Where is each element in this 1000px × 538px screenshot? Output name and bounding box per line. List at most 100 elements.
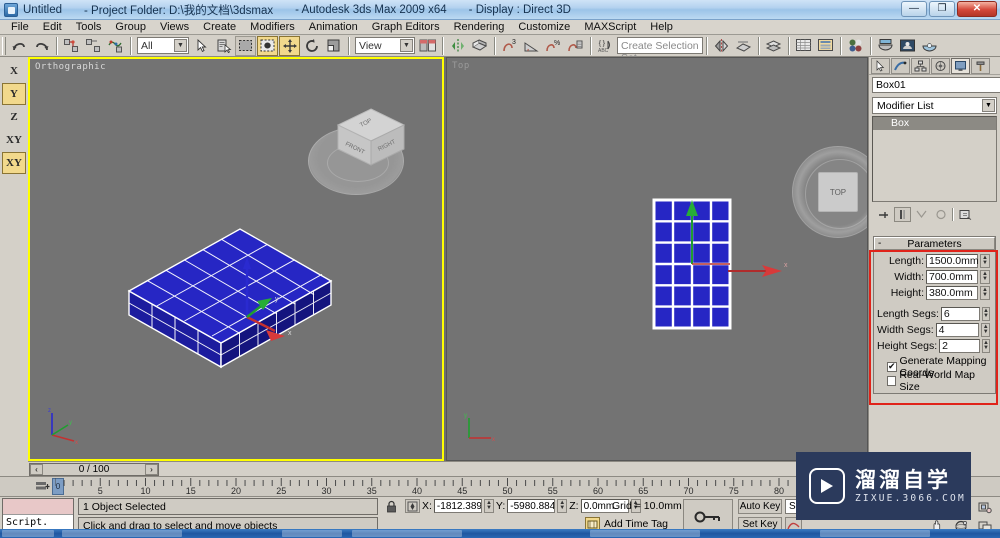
viewcube-top-face[interactable]: TOP: [818, 172, 858, 212]
rendered-frame-window-icon[interactable]: [897, 36, 918, 56]
bind-to-space-warp-icon[interactable]: [105, 36, 126, 56]
menu-file[interactable]: File: [4, 20, 36, 34]
param-spinner-length[interactable]: ▲ ▼: [980, 254, 990, 268]
taskbar-item-1[interactable]: [62, 530, 182, 537]
create-selection-set-input[interactable]: Create Selection Set: [617, 37, 703, 64]
auto-key-button[interactable]: Auto Key: [738, 499, 782, 514]
taskbar-item-3[interactable]: [352, 530, 462, 537]
menu-edit[interactable]: Edit: [36, 20, 69, 34]
param-input-width-segs[interactable]: 4: [935, 323, 980, 337]
coord-spinner-y[interactable]: ▲ ▼: [557, 499, 568, 513]
axis-constraint-y[interactable]: Y: [2, 83, 26, 105]
redo-icon[interactable]: [31, 36, 52, 56]
viewcube-orthographic[interactable]: TOP FRONT RIGHT: [308, 99, 406, 195]
curve-editor-icon[interactable]: [793, 36, 814, 56]
select-and-rotate-icon[interactable]: [301, 36, 322, 56]
named-selection-sets-icon[interactable]: {} ABC: [595, 36, 616, 56]
window-crossing-icon[interactable]: [257, 35, 278, 56]
object-name-input[interactable]: [872, 77, 1000, 93]
max-app-icon[interactable]: [4, 2, 18, 17]
next-frame-button[interactable]: ›: [145, 464, 158, 475]
axis-constraint-z[interactable]: Z: [2, 106, 26, 128]
stack-item-box[interactable]: Box: [873, 117, 996, 130]
axis-constraint-plane[interactable]: XY: [2, 152, 26, 174]
make-unique-icon[interactable]: [913, 207, 930, 222]
axis-constraint-xy[interactable]: XY: [2, 129, 26, 151]
create-tab[interactable]: [871, 58, 890, 74]
schematic-view-icon[interactable]: [815, 36, 836, 56]
lock-selection-icon[interactable]: [383, 499, 399, 514]
menu-customize[interactable]: Customize: [511, 20, 577, 34]
menu-create[interactable]: Create: [196, 20, 243, 34]
select-object-icon[interactable]: [191, 36, 212, 56]
chevron-down-icon[interactable]: ▼: [174, 39, 187, 52]
angle-snap-toggle-icon[interactable]: [521, 36, 542, 56]
viewcube-top[interactable]: TOP: [792, 146, 867, 238]
menu-tools[interactable]: Tools: [69, 20, 109, 34]
param-input-width[interactable]: 700.0mm: [926, 270, 978, 284]
coord-input-x[interactable]: -1812.389r: [433, 499, 482, 513]
mirror-icon[interactable]: [447, 36, 468, 56]
checkbox-generate-mapping-coords[interactable]: ✔: [887, 362, 897, 372]
pin-stack-icon[interactable]: [875, 207, 892, 222]
param-input-length-segs[interactable]: 6: [940, 307, 981, 321]
param-spinner-length-segs[interactable]: ▲ ▼: [982, 307, 990, 321]
box-object-top-view[interactable]: [652, 198, 732, 333]
rollout-collapse-icon[interactable]: -: [878, 238, 881, 250]
layer-manager-icon[interactable]: [763, 36, 784, 56]
select-and-uniform-scale-icon[interactable]: [323, 36, 344, 56]
select-by-name-icon[interactable]: [213, 36, 234, 56]
select-and-move-icon[interactable]: [279, 35, 300, 56]
utilities-tab[interactable]: [971, 58, 990, 74]
box-object-3d[interactable]: y x: [125, 199, 335, 369]
menu-maxscript[interactable]: MAXScript: [577, 20, 643, 34]
menu-modifiers[interactable]: Modifiers: [243, 20, 302, 34]
key-filters-icon[interactable]: [35, 480, 51, 493]
time-slider[interactable]: ‹ 0 / 100 ›: [29, 463, 159, 476]
show-end-result-icon[interactable]: [894, 207, 911, 222]
quick-render-icon[interactable]: [919, 36, 940, 56]
modifier-stack[interactable]: Box: [872, 116, 997, 202]
modifier-list-dropdown[interactable]: Modifier List ▼: [872, 97, 997, 114]
menu-rendering[interactable]: Rendering: [447, 20, 512, 34]
absolute-relative-transform-icon[interactable]: [405, 499, 420, 513]
param-spinner-width-segs[interactable]: ▲ ▼: [981, 323, 990, 337]
chevron-down-icon[interactable]: ▼: [982, 99, 995, 112]
close-button[interactable]: ✕: [957, 1, 997, 17]
axis-constraint-x[interactable]: X: [2, 60, 26, 82]
viewcube-box-icon[interactable]: TOP FRONT RIGHT: [328, 105, 406, 166]
menu-graph-editors[interactable]: Graph Editors: [365, 20, 447, 34]
taskbar-start-button[interactable]: [2, 530, 54, 537]
taskbar-item-2[interactable]: [282, 530, 342, 537]
display-tab[interactable]: [951, 58, 970, 74]
viewport-top[interactable]: Top TOP x y x: [446, 57, 868, 461]
viewport-orthographic[interactable]: Orthographic TOP FRONT RIGHT y x z x y: [28, 57, 444, 461]
parameters-rollout-header[interactable]: - Parameters: [874, 237, 995, 250]
align-icon[interactable]: [469, 36, 490, 56]
mirror-objects-icon[interactable]: [711, 36, 732, 56]
param-input-height[interactable]: 380.0mm: [926, 286, 978, 300]
remove-modifier-icon[interactable]: [932, 207, 949, 222]
modify-tab[interactable]: [891, 58, 910, 74]
select-and-link-icon[interactable]: [61, 36, 82, 56]
coord-input-y[interactable]: -5980.884r: [507, 499, 556, 513]
menu-views[interactable]: Views: [153, 20, 196, 34]
snaps-toggle-icon[interactable]: 3: [499, 36, 520, 56]
rectangular-selection-region-icon[interactable]: [235, 35, 256, 56]
menu-group[interactable]: Group: [108, 20, 153, 34]
selection-filter-combo[interactable]: All ▼: [137, 37, 189, 54]
minimize-button[interactable]: —: [901, 1, 927, 17]
align-tool-icon[interactable]: [733, 36, 754, 56]
motion-tab[interactable]: [931, 58, 950, 74]
param-spinner-width[interactable]: ▲ ▼: [980, 270, 990, 284]
menu-help[interactable]: Help: [643, 20, 680, 34]
undo-icon[interactable]: [9, 36, 30, 56]
configure-modifier-sets-icon[interactable]: [957, 207, 974, 222]
param-input-height-segs[interactable]: 2: [939, 339, 980, 353]
listener-input-line[interactable]: [3, 499, 73, 515]
percent-snap-toggle-icon[interactable]: %: [543, 36, 564, 56]
toolbar-grip[interactable]: [2, 36, 6, 55]
param-spinner-height-segs[interactable]: ▲ ▼: [981, 339, 990, 353]
reference-coordinate-combo[interactable]: View ▼: [355, 37, 415, 54]
menu-animation[interactable]: Animation: [302, 20, 365, 34]
